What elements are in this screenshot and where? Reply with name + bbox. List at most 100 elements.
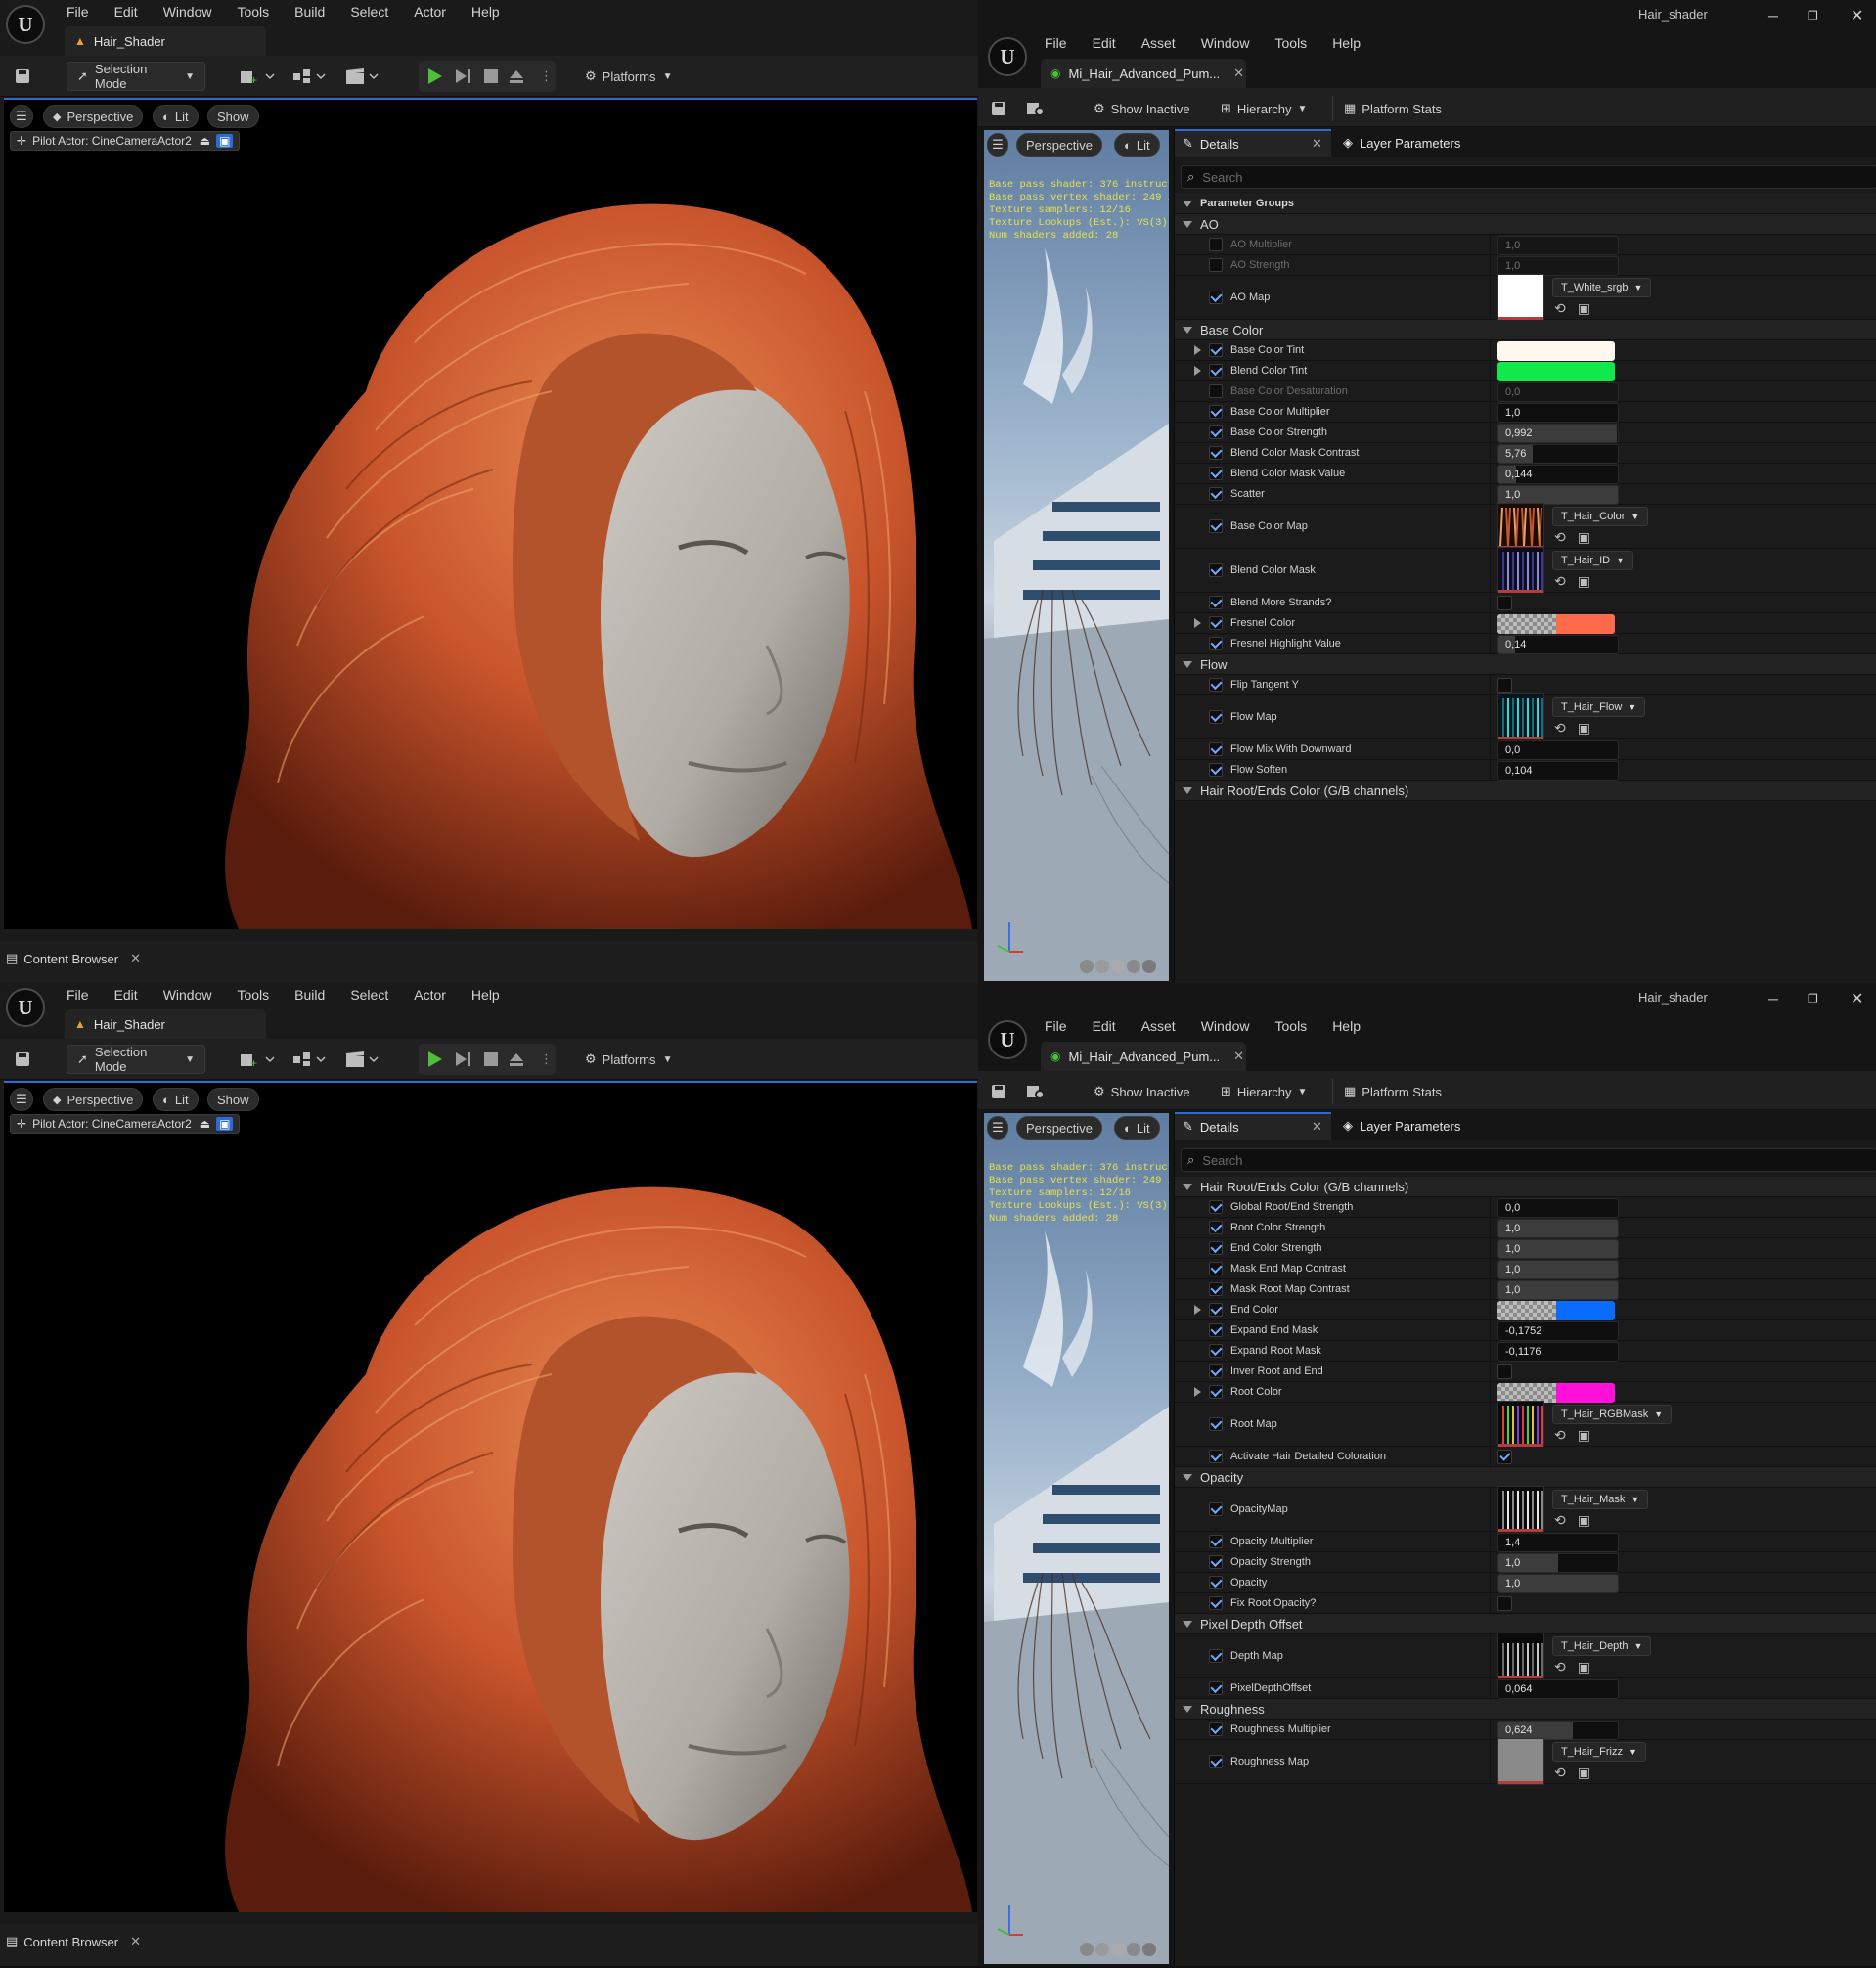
param-row-opacitymap[interactable]: OpacityMap T_Hair_Mask ▼ ⟲ ▣	[1175, 1486, 1876, 1533]
param-row-roughness-multiplier[interactable]: Roughness Multiplier 0,624	[1175, 1720, 1876, 1740]
texture-thumbnail[interactable]	[1497, 1401, 1544, 1448]
save-icon[interactable]	[14, 1045, 31, 1074]
override-checkbox[interactable]	[1209, 742, 1223, 756]
menu-help[interactable]: Help	[471, 987, 500, 1003]
close-window-icon[interactable]: ✕	[1851, 0, 1863, 31]
override-checkbox[interactable]	[1209, 1303, 1223, 1317]
texture-picker-dropdown[interactable]: T_Hair_Flow ▼	[1552, 697, 1646, 717]
blueprint-icon[interactable]	[291, 62, 329, 91]
value-field[interactable]: 1,0	[1497, 255, 1619, 276]
param-row-base-color-multiplier[interactable]: Base Color Multiplier 1,0	[1175, 402, 1876, 423]
category-flow[interactable]: Flow	[1175, 654, 1876, 675]
value-field[interactable]: 0,992	[1497, 423, 1619, 443]
eject-pilot-icon[interactable]: ⏏	[200, 1117, 210, 1131]
value-field[interactable]: 0,14	[1497, 634, 1619, 654]
show-button[interactable]: Show	[207, 1088, 259, 1111]
bool-checkbox[interactable]	[1497, 596, 1512, 610]
texture-thumbnail[interactable]	[1497, 1486, 1544, 1533]
stop-icon[interactable]	[481, 62, 501, 91]
param-row-expand-end-mask[interactable]: Expand End Mask -0,1752	[1175, 1320, 1876, 1341]
use-selected-icon[interactable]: ⟲	[1554, 529, 1566, 546]
value-field[interactable]: 0,0	[1497, 381, 1619, 402]
chevron-down-icon[interactable]	[1183, 1705, 1192, 1713]
param-row-depth-map[interactable]: Depth Map T_Hair_Depth ▼ ⟲ ▣	[1175, 1633, 1876, 1679]
value-field[interactable]: 1,4	[1497, 1532, 1619, 1552]
blueprint-icon[interactable]	[291, 1045, 329, 1074]
menu-tools[interactable]: Tools	[237, 987, 269, 1003]
save-icon[interactable]	[14, 62, 31, 91]
menu-asset[interactable]: Asset	[1141, 1018, 1176, 1034]
sphere-icon[interactable]	[1095, 1943, 1109, 1956]
show-inactive-button[interactable]: ⚙ Show Inactive	[1094, 94, 1190, 123]
value-field[interactable]: 1,0	[1497, 235, 1619, 255]
texture-thumbnail[interactable]	[1497, 503, 1544, 550]
lit-button[interactable]: ◐ Lit	[153, 1088, 199, 1111]
expand-arrow-icon[interactable]	[1194, 618, 1201, 628]
details-tab[interactable]: ✎ Details ✕	[1175, 129, 1331, 157]
override-checkbox[interactable]	[1209, 637, 1223, 650]
param-row-inver-root-and-end[interactable]: Inver Root and End	[1175, 1362, 1876, 1382]
use-selected-icon[interactable]: ⟲	[1554, 1427, 1566, 1444]
param-row-blend-color-mask[interactable]: Blend Color Mask T_Hair_ID ▼ ⟲ ▣	[1175, 547, 1876, 594]
override-checkbox[interactable]	[1209, 1755, 1223, 1768]
mesh-icon[interactable]	[1142, 960, 1156, 973]
preview-perspective-button[interactable]: Perspective	[1016, 133, 1102, 157]
param-row-opacity-multiplier[interactable]: Opacity Multiplier 1,4	[1175, 1532, 1876, 1552]
material-preview-viewport[interactable]: ☰ Perspective ◐ Lit Base pass shader: 37…	[984, 130, 1169, 981]
close-icon[interactable]: ✕	[1312, 1119, 1322, 1135]
lit-button[interactable]: ◐ Lit	[153, 105, 199, 128]
param-row-scatter[interactable]: Scatter 1,0	[1175, 484, 1876, 505]
perspective-button[interactable]: ◆ Perspective	[43, 1088, 144, 1111]
param-row-pixeldepthoffset[interactable]: PixelDepthOffset 0,064	[1175, 1678, 1876, 1699]
texture-picker-dropdown[interactable]: T_Hair_Color ▼	[1552, 507, 1649, 526]
value-field[interactable]: 0,064	[1497, 1678, 1619, 1699]
eject-pilot-icon[interactable]: ⏏	[200, 134, 210, 148]
param-row-mask-root-map-contrast[interactable]: Mask Root Map Contrast 1,0	[1175, 1279, 1876, 1300]
menu-edit[interactable]: Edit	[114, 987, 138, 1003]
override-checkbox[interactable]	[1209, 1282, 1223, 1296]
level-tab[interactable]: ▲ Hair_Shader	[65, 1009, 266, 1039]
value-field[interactable]: 0,144	[1497, 464, 1619, 484]
use-selected-icon[interactable]: ⟲	[1554, 573, 1566, 590]
chevron-down-icon[interactable]	[1183, 220, 1192, 228]
browse-folder-icon[interactable]: ▣	[1578, 300, 1590, 317]
override-checkbox[interactable]	[1209, 1576, 1223, 1589]
preview-lit-button[interactable]: ◐ Lit	[1114, 133, 1160, 157]
browse-folder-icon[interactable]: ▣	[1578, 1659, 1590, 1676]
bool-checkbox[interactable]	[1497, 1596, 1512, 1611]
unreal-logo-icon[interactable]: U	[6, 5, 45, 44]
override-checkbox[interactable]	[1209, 1681, 1223, 1695]
platforms-dropdown[interactable]: ⚙ Platforms ▼	[585, 1045, 672, 1074]
override-checkbox[interactable]	[1209, 1722, 1223, 1736]
menu-help[interactable]: Help	[471, 4, 500, 20]
param-row-ao-multiplier[interactable]: AO Multiplier 1,0	[1175, 235, 1876, 255]
browse-folder-icon[interactable]: ▣	[1578, 529, 1590, 546]
param-row-root-map[interactable]: Root Map T_Hair_RGBMask ▼ ⟲ ▣	[1175, 1401, 1876, 1448]
color-swatch[interactable]	[1497, 340, 1615, 361]
search-input[interactable]: ⌕ Search	[1181, 1148, 1876, 1172]
cinematics-icon[interactable]	[344, 62, 381, 91]
step-icon[interactable]	[453, 62, 472, 91]
override-checkbox[interactable]	[1209, 405, 1223, 419]
value-field[interactable]: 1,0	[1497, 1552, 1619, 1573]
value-field[interactable]: 0,0	[1497, 1197, 1619, 1218]
override-checkbox[interactable]	[1209, 1535, 1223, 1548]
color-swatch[interactable]	[1497, 1382, 1615, 1403]
menu-window[interactable]: Window	[1201, 35, 1250, 51]
level-tab[interactable]: ▲ Hair_Shader	[65, 26, 266, 56]
menu-edit[interactable]: Edit	[114, 4, 138, 20]
param-row-root-color-strength[interactable]: Root Color Strength 1,0	[1175, 1218, 1876, 1238]
cinematics-icon[interactable]	[344, 1045, 381, 1074]
texture-thumbnail[interactable]	[1497, 1633, 1544, 1679]
texture-picker-dropdown[interactable]: T_Hair_Depth ▼	[1552, 1636, 1652, 1656]
value-field[interactable]: 0,0	[1497, 739, 1619, 760]
unreal-logo-icon[interactable]: U	[988, 1020, 1027, 1059]
value-field[interactable]: 1,0	[1497, 1218, 1619, 1238]
chevron-down-icon[interactable]	[1183, 1183, 1192, 1190]
unreal-logo-icon[interactable]: U	[6, 988, 45, 1027]
menu-edit[interactable]: Edit	[1093, 1018, 1116, 1034]
plane-icon[interactable]	[1111, 960, 1125, 973]
save-icon[interactable]	[990, 1077, 1007, 1106]
expand-arrow-icon[interactable]	[1194, 366, 1201, 376]
param-row-blend-color-mask-contrast[interactable]: Blend Color Mask Contrast 5,76	[1175, 443, 1876, 464]
